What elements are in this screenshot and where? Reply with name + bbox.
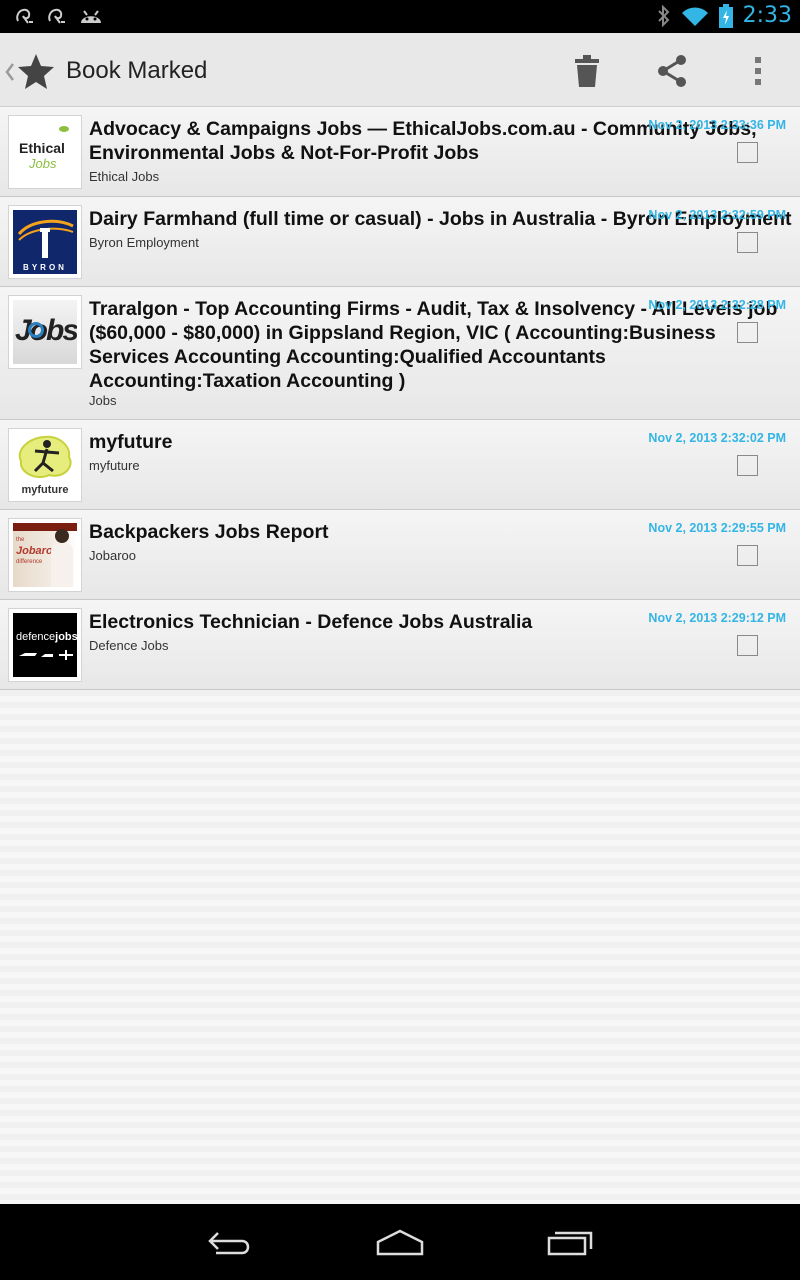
bookmark-date: Nov 2, 2013 2:32:02 PM bbox=[648, 431, 786, 445]
back-icon bbox=[208, 1232, 250, 1255]
bookmark-source: Ethical Jobs bbox=[89, 169, 160, 184]
list-item[interactable]: BYRON Dairy Farmhand (full time or casua… bbox=[0, 197, 800, 287]
bookmark-date: Nov 2, 2013 2:32:59 PM bbox=[648, 208, 786, 222]
bookmark-date: Nov 2, 2013 2:29:12 PM bbox=[648, 611, 786, 625]
defence-jobs-logo: defencejobs bbox=[8, 608, 82, 682]
bookmark-date: Nov 2, 2013 2:33:36 PM bbox=[648, 118, 786, 132]
share-icon bbox=[658, 55, 686, 87]
recent-apps-button[interactable] bbox=[540, 1226, 600, 1260]
bookmark-source: myfuture bbox=[89, 458, 140, 473]
action-bar: Book Marked bbox=[0, 33, 800, 107]
jobaroo-logo: the Jobaroo difference bbox=[8, 518, 82, 592]
list-item[interactable]: defencejobs Electronics Technician - Def… bbox=[0, 600, 800, 690]
bookmark-source: Jobaroo bbox=[89, 548, 136, 563]
android-icon bbox=[81, 10, 101, 23]
recent-apps-icon bbox=[547, 1231, 593, 1256]
bookmark-source: Byron Employment bbox=[89, 235, 199, 250]
battery-charging-icon bbox=[718, 3, 733, 28]
back-button[interactable] bbox=[200, 1226, 260, 1260]
overflow-menu-icon bbox=[755, 57, 761, 85]
navigation-bar bbox=[0, 1204, 800, 1280]
notification-icon bbox=[16, 8, 33, 24]
select-checkbox[interactable] bbox=[737, 322, 758, 343]
bluetooth-icon bbox=[657, 4, 670, 27]
home-icon bbox=[376, 1229, 424, 1256]
list-item[interactable]: Jobs Traralgon - Top Accounting Firms - … bbox=[0, 287, 800, 420]
bookmark-date: Nov 2, 2013 2:32:28 PM bbox=[648, 298, 786, 312]
status-bar: 2:33 bbox=[0, 0, 800, 33]
home-button[interactable] bbox=[370, 1226, 430, 1260]
ethical-jobs-logo: Ethical Jobs bbox=[8, 115, 82, 189]
overflow-menu-button[interactable] bbox=[738, 51, 778, 91]
bookmark-list: Ethical Jobs Advocacy & Campaigns Jobs —… bbox=[0, 107, 800, 690]
star-icon bbox=[18, 54, 54, 89]
list-item[interactable]: myfuture myfuture myfuture Nov 2, 2013 2… bbox=[0, 420, 800, 510]
select-checkbox[interactable] bbox=[737, 455, 758, 476]
notification-icon bbox=[48, 8, 65, 24]
share-button[interactable] bbox=[652, 51, 692, 91]
select-checkbox[interactable] bbox=[737, 635, 758, 656]
select-checkbox[interactable] bbox=[737, 545, 758, 566]
up-navigation-button[interactable] bbox=[2, 54, 62, 89]
list-empty-area bbox=[0, 690, 800, 1204]
list-item[interactable]: the Jobaroo difference Backpackers Jobs … bbox=[0, 510, 800, 600]
list-item[interactable]: Ethical Jobs Advocacy & Campaigns Jobs —… bbox=[0, 107, 800, 197]
myfuture-logo: myfuture bbox=[8, 428, 82, 502]
bookmark-source: Defence Jobs bbox=[89, 638, 169, 653]
select-checkbox[interactable] bbox=[737, 142, 758, 163]
byron-logo: BYRON bbox=[8, 205, 82, 279]
select-checkbox[interactable] bbox=[737, 232, 758, 253]
bookmark-date: Nov 2, 2013 2:29:55 PM bbox=[648, 521, 786, 535]
trash-icon bbox=[575, 55, 599, 87]
clock: 2:33 bbox=[742, 3, 792, 28]
delete-button[interactable] bbox=[567, 51, 607, 91]
bookmark-source: Jobs bbox=[89, 393, 117, 408]
jobs-logo: Jobs bbox=[8, 295, 82, 369]
back-chevron-icon bbox=[5, 63, 14, 81]
wifi-icon bbox=[681, 6, 708, 26]
page-title: Book Marked bbox=[66, 57, 208, 84]
